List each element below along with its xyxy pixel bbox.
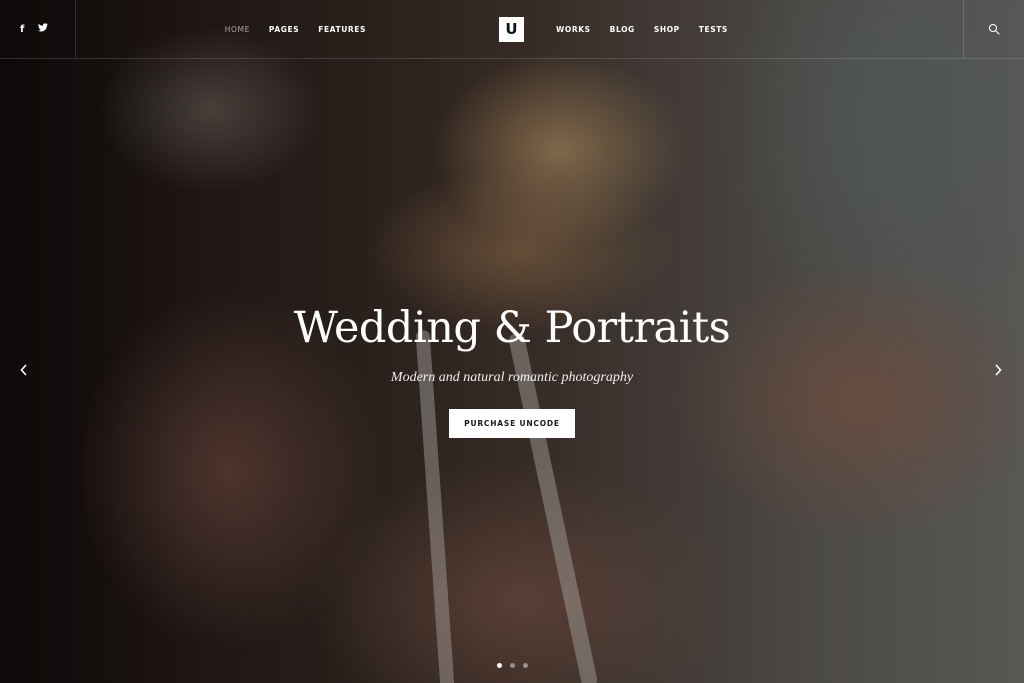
twitter-icon[interactable] (38, 23, 49, 35)
nav-item-shop[interactable]: SHOP (654, 25, 680, 34)
slider-prev-button[interactable] (12, 358, 36, 382)
nav-item-tests[interactable]: TESTS (699, 25, 728, 34)
purchase-button[interactable]: PURCHASE UNCODE (449, 409, 575, 438)
hero-title: Wedding & Portraits (293, 303, 731, 353)
nav-item-home[interactable]: HOME (225, 25, 250, 34)
main-nav-left: HOME PAGES FEATURES (225, 0, 366, 58)
slider-dot[interactable] (509, 663, 515, 668)
slider-dot[interactable] (522, 663, 528, 668)
nav-item-features[interactable]: FEATURES (318, 25, 366, 34)
slider-pagination (0, 663, 1024, 668)
site-header: f HOME PAGES FEATURES U WORKS BLOG SHOP … (0, 0, 1024, 59)
chevron-right-icon (995, 364, 1002, 376)
facebook-icon[interactable]: f (20, 24, 24, 35)
main-nav-right: WORKS BLOG SHOP TESTS (556, 0, 728, 58)
nav-item-works[interactable]: WORKS (556, 25, 591, 34)
slider-next-button[interactable] (986, 358, 1010, 382)
hero-slider: f HOME PAGES FEATURES U WORKS BLOG SHOP … (0, 0, 1024, 683)
social-links: f (0, 0, 76, 58)
nav-item-blog[interactable]: BLOG (610, 25, 635, 34)
twitter-icon-svg (38, 23, 49, 32)
slider-dot[interactable] (496, 663, 502, 668)
search-icon (988, 23, 1000, 35)
nav-item-pages[interactable]: PAGES (269, 25, 299, 34)
site-logo[interactable]: U (499, 17, 524, 42)
chevron-left-icon (20, 364, 27, 376)
hero-subtitle: Modern and natural romantic photography (390, 370, 634, 385)
search-button[interactable] (963, 0, 1024, 58)
